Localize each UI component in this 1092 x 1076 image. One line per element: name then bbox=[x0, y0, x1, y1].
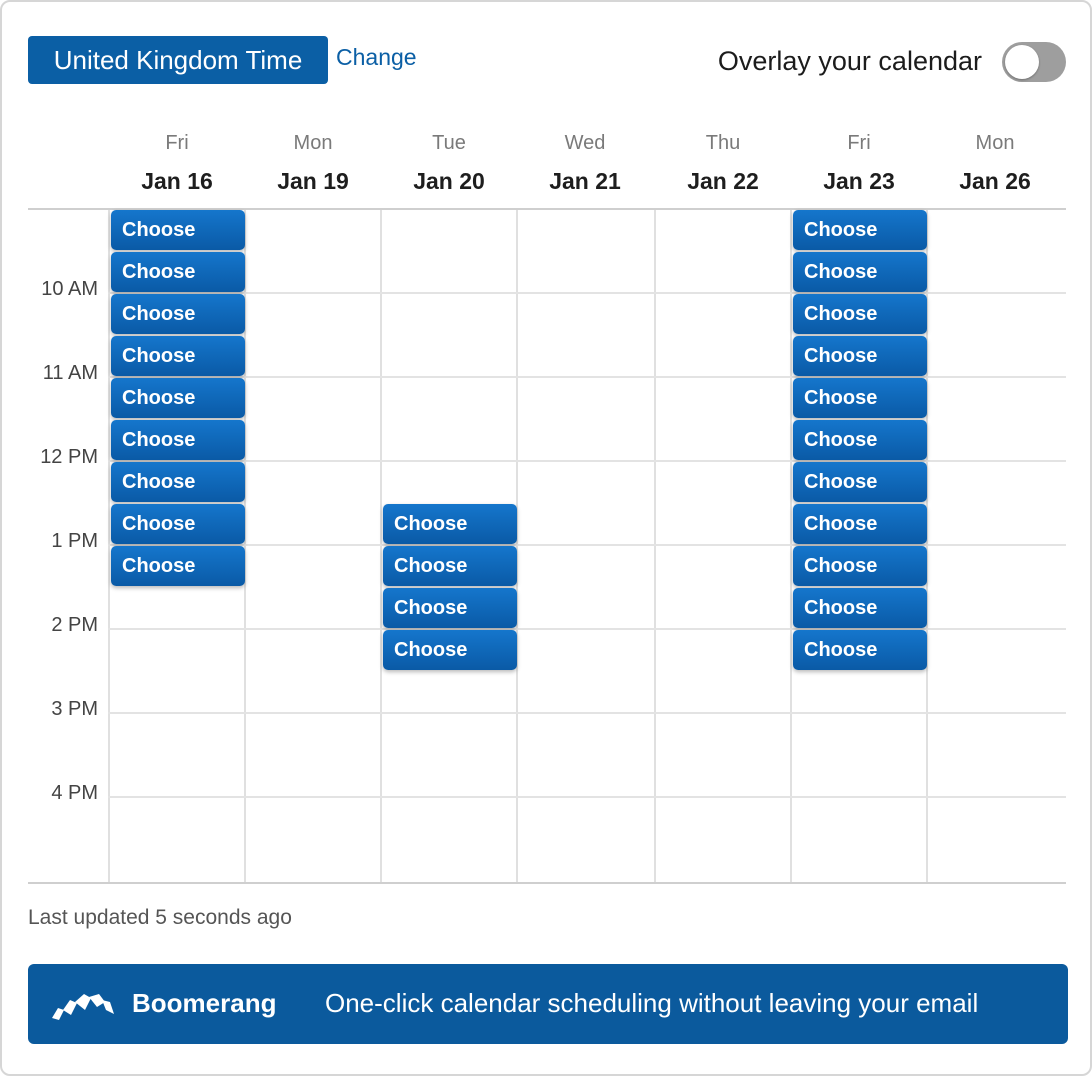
choose-slot-button[interactable]: Choose bbox=[793, 546, 927, 586]
choose-slot-button[interactable]: Choose bbox=[111, 420, 245, 460]
day-header: Wed Jan 21 bbox=[517, 130, 653, 195]
grid-column-divider bbox=[108, 210, 110, 882]
time-axis-label: 2 PM bbox=[51, 614, 98, 636]
choose-slot-button[interactable]: Choose bbox=[111, 336, 245, 376]
choose-slot-button[interactable]: Choose bbox=[111, 546, 245, 586]
choose-slot-button[interactable]: Choose bbox=[111, 504, 245, 544]
boomerang-logo-icon bbox=[52, 994, 114, 1020]
grid-column-divider bbox=[790, 210, 792, 882]
toggle-knob bbox=[1005, 45, 1039, 79]
boomerang-footer-banner[interactable]: Boomerang One-click calendar scheduling … bbox=[28, 964, 1068, 1044]
footer-brand-name: Boomerang bbox=[132, 988, 277, 1018]
time-axis-label: 3 PM bbox=[51, 698, 98, 720]
grid-column-divider bbox=[654, 210, 656, 882]
scheduling-card: United Kingdom Time Change Overlay your … bbox=[0, 0, 1092, 1076]
day-of-week-label: Fri bbox=[847, 132, 871, 154]
day-date-label: Jan 16 bbox=[141, 168, 213, 194]
choose-slot-button[interactable]: Choose bbox=[111, 252, 245, 292]
grid-bottom-border bbox=[28, 882, 1066, 884]
choose-slot-button[interactable]: Choose bbox=[383, 630, 517, 670]
day-header: Thu Jan 22 bbox=[655, 130, 791, 195]
grid-column-divider bbox=[516, 210, 518, 882]
day-date-label: Jan 23 bbox=[823, 168, 895, 194]
day-of-week-label: Thu bbox=[705, 132, 741, 154]
day-of-week-label: Mon bbox=[975, 132, 1015, 154]
day-date-label: Jan 26 bbox=[959, 168, 1031, 194]
day-header: Fri Jan 16 bbox=[109, 130, 245, 195]
time-axis-label: 4 PM bbox=[51, 782, 98, 804]
day-date-label: Jan 21 bbox=[549, 168, 621, 194]
choose-slot-button[interactable]: Choose bbox=[793, 252, 927, 292]
day-of-week-label: Wed bbox=[564, 132, 606, 154]
time-axis-label: 12 PM bbox=[40, 446, 98, 468]
choose-slot-button[interactable]: Choose bbox=[793, 336, 927, 376]
choose-slot-button[interactable]: Choose bbox=[793, 462, 927, 502]
overlay-calendar-toggle[interactable] bbox=[1002, 42, 1066, 82]
grid-column-divider bbox=[380, 210, 382, 882]
choose-slot-button[interactable]: Choose bbox=[383, 546, 517, 586]
time-axis-label: 11 AM bbox=[42, 362, 98, 384]
choose-slot-button[interactable]: Choose bbox=[793, 210, 927, 250]
day-header: Mon Jan 26 bbox=[927, 130, 1063, 195]
choose-slot-button[interactable]: Choose bbox=[793, 630, 927, 670]
overlay-calendar-label: Overlay your calendar bbox=[717, 46, 982, 76]
day-date-label: Jan 22 bbox=[687, 168, 759, 194]
day-of-week-label: Mon bbox=[293, 132, 333, 154]
day-of-week-label: Fri bbox=[165, 132, 189, 154]
choose-slot-button[interactable]: Choose bbox=[793, 504, 927, 544]
change-timezone-link[interactable]: Change bbox=[336, 44, 417, 71]
day-date-label: Jan 20 bbox=[413, 168, 485, 194]
choose-slot-button[interactable]: Choose bbox=[793, 294, 927, 334]
last-updated-text: Last updated 5 seconds ago bbox=[28, 906, 292, 929]
choose-slot-button[interactable]: Choose bbox=[793, 378, 927, 418]
grid-hour-line bbox=[108, 712, 1066, 714]
grid-hour-line bbox=[108, 796, 1066, 798]
time-axis-label: 10 AM bbox=[41, 278, 98, 300]
day-of-week-label: Tue bbox=[432, 132, 466, 154]
choose-slot-button[interactable]: Choose bbox=[111, 210, 245, 250]
day-header: Tue Jan 20 bbox=[381, 130, 517, 195]
time-axis-label: 1 PM bbox=[51, 530, 98, 552]
day-header: Mon Jan 19 bbox=[245, 130, 381, 195]
choose-slot-button[interactable]: Choose bbox=[111, 294, 245, 334]
choose-slot-button[interactable]: Choose bbox=[793, 420, 927, 460]
choose-slot-button[interactable]: Choose bbox=[383, 588, 517, 628]
choose-slot-button[interactable]: Choose bbox=[383, 504, 517, 544]
timezone-badge: United Kingdom Time bbox=[28, 36, 328, 84]
day-date-label: Jan 19 bbox=[277, 168, 349, 194]
day-header: Fri Jan 23 bbox=[791, 130, 927, 195]
footer-tagline: One-click calendar scheduling without le… bbox=[325, 988, 979, 1018]
choose-slot-button[interactable]: Choose bbox=[793, 588, 927, 628]
choose-slot-button[interactable]: Choose bbox=[111, 378, 245, 418]
choose-slot-button[interactable]: Choose bbox=[111, 462, 245, 502]
